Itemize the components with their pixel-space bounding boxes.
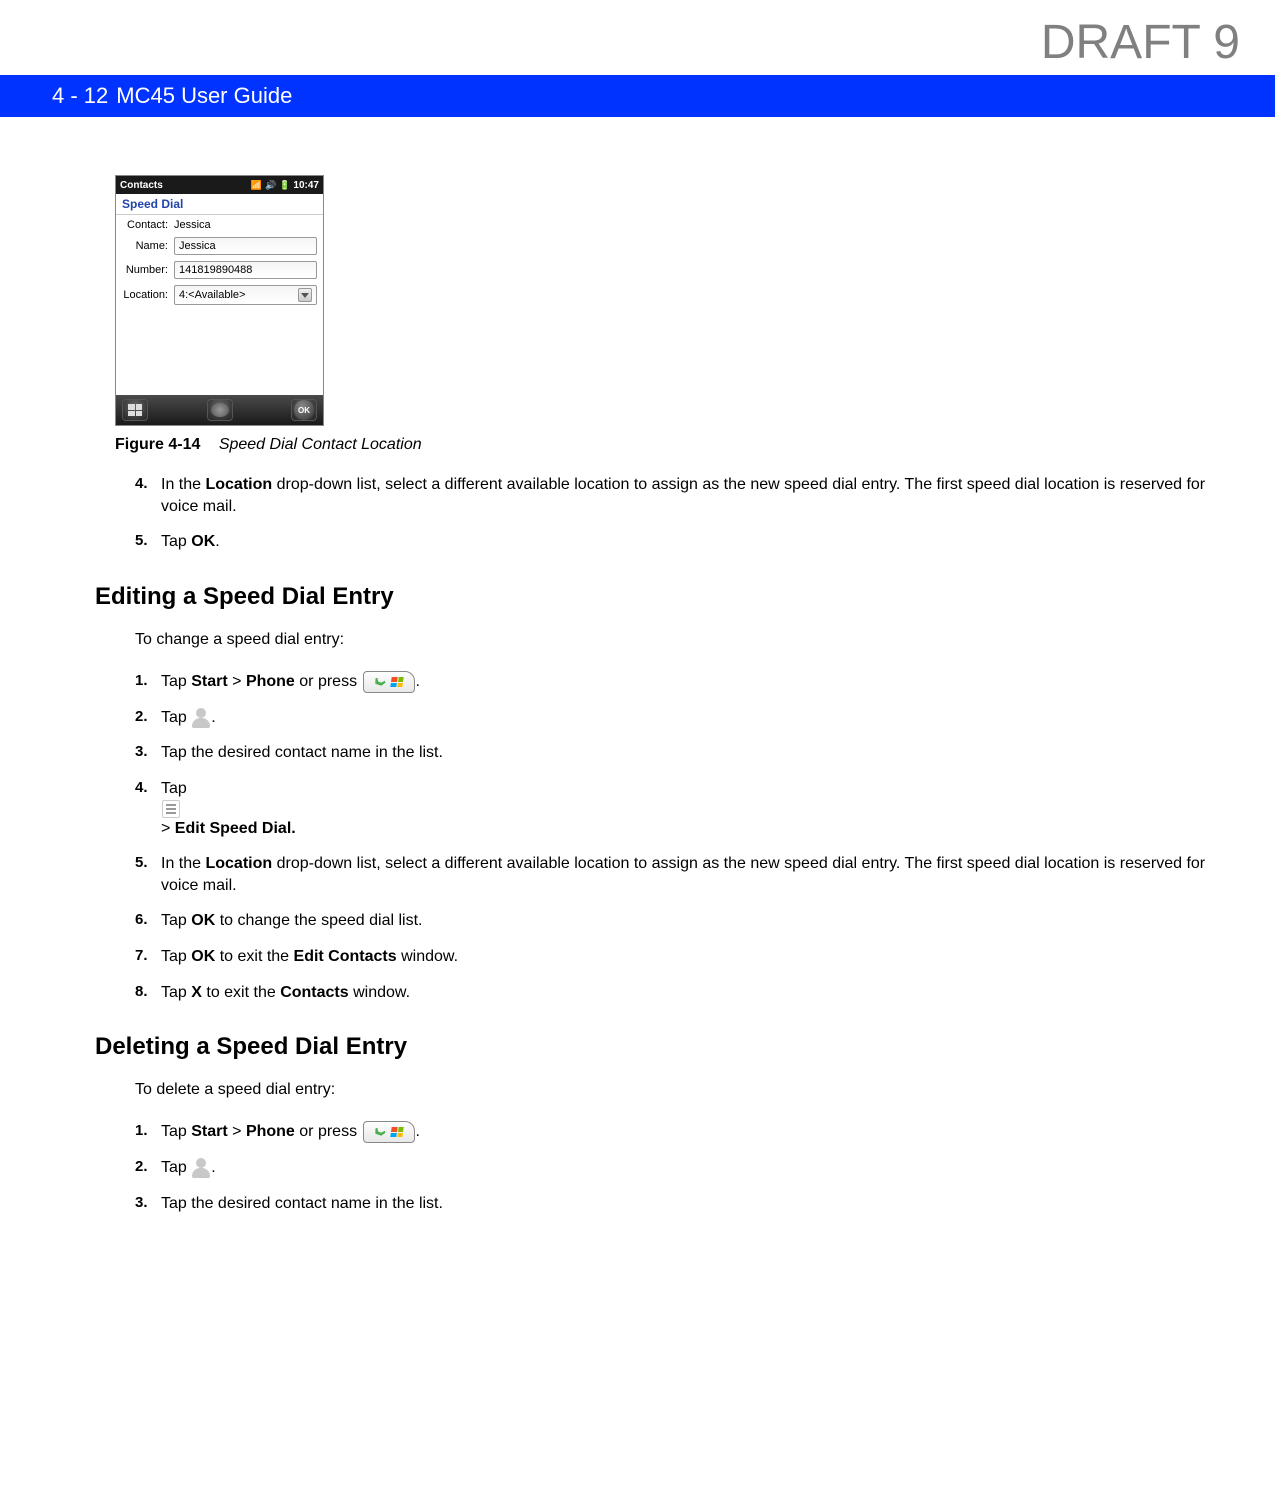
deleting-step-list: 1. Tap Start > Phone or press . 2. Tap .… <box>135 1121 1215 1214</box>
step-item: 2. Tap . <box>135 1157 1215 1179</box>
step-number: 3. <box>135 742 161 764</box>
keyboard-button <box>207 399 233 421</box>
windows-flag-icon <box>390 1127 403 1137</box>
clock-time: 10:47 <box>293 180 319 191</box>
step-item: 4. Tap > Edit Speed Dial. <box>135 778 1215 839</box>
editing-step-list: 1. Tap Start > Phone or press . 2. Tap .… <box>135 671 1215 1003</box>
contact-icon <box>192 1158 210 1178</box>
number-label: Number: <box>122 264 174 276</box>
screenshot-bottombar: OK <box>116 395 323 425</box>
step-number: 2. <box>135 707 161 729</box>
step-text: Tap OK. <box>161 531 1215 553</box>
step-text: In the Location drop-down list, select a… <box>161 853 1215 896</box>
step-number: 3. <box>135 1193 161 1215</box>
step-item: 1. Tap Start > Phone or press . <box>135 671 1215 693</box>
step-item: 8. Tap X to exit the Contacts window. <box>135 982 1215 1004</box>
location-dropdown: 4:<Available> <box>174 285 317 305</box>
step-item: 3. Tap the desired contact name in the l… <box>135 1193 1215 1215</box>
phone-icon <box>373 1126 386 1139</box>
screenshot-body: Contact: Jessica Name: Jessica Number: 1… <box>116 215 323 395</box>
location-value: 4:<Available> <box>179 289 245 301</box>
step-text: Tap the desired contact name in the list… <box>161 1193 1215 1215</box>
chevron-down-icon <box>298 288 312 302</box>
windows-button <box>122 399 148 421</box>
step-number: 5. <box>135 531 161 553</box>
section-intro: To delete a speed dial entry: <box>135 1081 1215 1099</box>
step-text: Tap > Edit Speed Dial. <box>161 778 1215 839</box>
volume-icon: 🔊 <box>265 180 276 191</box>
page-content: Contacts 📶 🔊 🔋 10:47 Speed Dial Contact:… <box>0 175 1275 1214</box>
step-item: 3. Tap the desired contact name in the l… <box>135 742 1215 764</box>
figure-caption: Figure 4-14 Speed Dial Contact Location <box>115 436 1215 454</box>
step-text: Tap Start > Phone or press . <box>161 671 1215 693</box>
top-step-list: 4. In the Location drop-down list, selec… <box>135 474 1215 553</box>
name-input: Jessica <box>174 237 317 255</box>
draft-watermark: DRAFT 9 <box>1041 15 1240 70</box>
document-title: MC45 User Guide <box>116 83 292 109</box>
step-text: Tap . <box>161 707 1215 729</box>
location-label: Location: <box>122 289 174 301</box>
step-item: 2. Tap . <box>135 707 1215 729</box>
step-text: In the Location drop-down list, select a… <box>161 474 1215 517</box>
contact-value: Jessica <box>174 219 317 231</box>
screenshot-figure: Contacts 📶 🔊 🔋 10:47 Speed Dial Contact:… <box>115 175 324 426</box>
step-number: 5. <box>135 853 161 896</box>
step-text: Tap X to exit the Contacts window. <box>161 982 1215 1004</box>
step-item: 4. In the Location drop-down list, selec… <box>135 474 1215 517</box>
step-number: 1. <box>135 1121 161 1143</box>
status-icons: 📶 🔊 🔋 10:47 <box>251 180 319 191</box>
step-number: 1. <box>135 671 161 693</box>
figure-label: Figure 4-14 <box>115 436 200 453</box>
menu-icon <box>162 800 180 818</box>
screenshot-tab: Speed Dial <box>116 194 323 215</box>
step-text: Tap OK to exit the Edit Contacts window. <box>161 946 1215 968</box>
step-text: Tap Start > Phone or press . <box>161 1121 1215 1143</box>
section-heading-deleting: Deleting a Speed Dial Entry <box>95 1033 1215 1061</box>
step-number: 2. <box>135 1157 161 1179</box>
step-number: 7. <box>135 946 161 968</box>
step-text: Tap OK to change the speed dial list. <box>161 910 1215 932</box>
step-number: 4. <box>135 474 161 517</box>
step-number: 6. <box>135 910 161 932</box>
page-number: 4 - 12 <box>52 83 108 109</box>
step-item: 6. Tap OK to change the speed dial list. <box>135 910 1215 932</box>
battery-icon: 🔋 <box>279 180 290 191</box>
contact-label: Contact: <box>122 219 174 231</box>
step-text: Tap . <box>161 1157 1215 1179</box>
step-number: 4. <box>135 778 161 839</box>
step-item: 1. Tap Start > Phone or press . <box>135 1121 1215 1143</box>
number-input: 141819890488 <box>174 261 317 279</box>
step-text: Tap the desired contact name in the list… <box>161 742 1215 764</box>
step-item: 5. Tap OK. <box>135 531 1215 553</box>
ok-button: OK <box>291 399 317 421</box>
phone-button-icon <box>363 1121 415 1143</box>
contact-icon <box>192 708 210 728</box>
figure-title: Speed Dial Contact Location <box>219 436 422 453</box>
section-intro: To change a speed dial entry: <box>135 631 1215 649</box>
section-heading-editing: Editing a Speed Dial Entry <box>95 583 1215 611</box>
screenshot-title: Contacts <box>120 180 163 191</box>
name-label: Name: <box>122 240 174 252</box>
signal-icon: 📶 <box>251 180 262 191</box>
step-number: 8. <box>135 982 161 1004</box>
step-item: 5. In the Location drop-down list, selec… <box>135 853 1215 896</box>
step-item: 7. Tap OK to exit the Edit Contacts wind… <box>135 946 1215 968</box>
phone-button-icon <box>363 671 415 693</box>
windows-flag-icon <box>390 677 403 687</box>
screenshot-titlebar: Contacts 📶 🔊 🔋 10:47 <box>116 176 323 194</box>
page-header: 4 - 12 MC45 User Guide <box>0 75 1275 117</box>
phone-icon <box>373 675 386 688</box>
